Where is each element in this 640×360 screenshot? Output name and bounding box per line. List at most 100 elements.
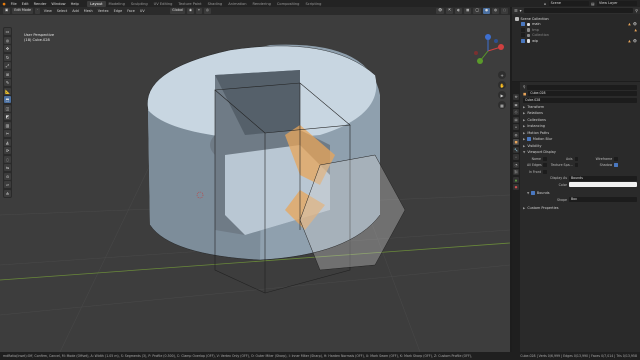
shape-select[interactable]: Box — [569, 197, 637, 203]
menu-select[interactable]: Select — [55, 9, 68, 13]
tab-texture-paint[interactable]: Texture Paint — [175, 1, 204, 7]
shadow-checkbox[interactable] — [614, 163, 618, 168]
object-tab-icon[interactable]: ■ — [513, 139, 519, 145]
bounds-checkbox[interactable] — [531, 191, 535, 196]
transform-orientation-selector[interactable]: Global — [170, 8, 185, 14]
outliner-search-input[interactable] — [523, 8, 634, 13]
proportional-edit-icon[interactable]: ◎ — [203, 8, 211, 14]
cursor-icon[interactable]: ◎ — [4, 36, 11, 44]
properties-search-input[interactable] — [527, 84, 637, 90]
pivot-icon[interactable]: ◉ — [186, 8, 194, 14]
menu-file[interactable]: File — [8, 2, 19, 6]
tab-compositing[interactable]: Compositing — [274, 1, 303, 7]
navigation-gizmo[interactable] — [470, 33, 506, 69]
perspective-toggle-icon[interactable]: ▦ — [498, 101, 506, 109]
include-checkbox[interactable] — [521, 38, 525, 43]
eye-icon[interactable]: 👁 — [633, 22, 637, 26]
all-edges-checkbox[interactable] — [543, 163, 547, 168]
loop-cut-icon[interactable]: ▥ — [4, 121, 11, 129]
include-checkbox[interactable] — [521, 22, 525, 27]
editor-type-icon[interactable]: ▣ — [3, 8, 11, 14]
constraints-tab-icon[interactable]: ⛓ — [513, 169, 519, 175]
shrink-icon[interactable]: ⊙ — [4, 172, 11, 180]
menu-vertex[interactable]: Vertex — [96, 9, 110, 13]
gizmo-icon[interactable]: ⇱ — [446, 8, 454, 14]
menu-window[interactable]: Window — [49, 2, 68, 6]
material-tab-icon[interactable]: ● — [513, 184, 519, 190]
tab-sculpting[interactable]: Sculpting — [128, 1, 151, 7]
shading-rendered-icon[interactable]: ◌ — [501, 8, 508, 14]
motion-blur-checkbox[interactable] — [527, 137, 531, 142]
world-tab-icon[interactable]: ◍ — [513, 131, 519, 138]
menu-edge[interactable]: Edge — [112, 9, 124, 13]
visibility-icon[interactable]: 👁 — [435, 8, 445, 14]
xray-icon[interactable]: ▦ — [464, 8, 472, 14]
view-layer-tab-icon[interactable]: ▤ — [513, 116, 519, 123]
inset-icon[interactable]: ◫ — [4, 104, 11, 112]
smooth-icon[interactable]: ◌ — [4, 155, 11, 163]
outliner-row-wip[interactable]: wip ▲ 👁 — [515, 38, 637, 44]
section-custom-properties[interactable]: ▶ Custom Properties — [523, 205, 637, 212]
tab-scripting[interactable]: Scripting — [302, 1, 324, 7]
object-name-field[interactable]: Cube.028 — [528, 91, 637, 97]
scene-tab-icon[interactable]: ⌂ — [513, 124, 519, 130]
menu-render[interactable]: Render — [31, 2, 49, 6]
modifier-tab-icon[interactable]: 🔧 — [513, 146, 519, 153]
physics-tab-icon[interactable]: ◔ — [513, 161, 519, 168]
wireframe-checkbox[interactable] — [614, 156, 618, 161]
menu-view[interactable]: View — [42, 9, 53, 13]
display-mode-icon[interactable]: ▾ — [520, 8, 522, 13]
menu-mesh[interactable]: Mesh — [82, 9, 94, 13]
color-swatch[interactable] — [569, 182, 637, 188]
menu-face[interactable]: Face — [126, 9, 137, 13]
menu-help[interactable]: Help — [68, 2, 81, 6]
poly-build-icon[interactable]: ◭ — [4, 138, 11, 146]
tool-tab-icon[interactable]: ⚒ — [513, 94, 519, 100]
annotate-icon[interactable]: ✎ — [4, 79, 11, 86]
tab-rendering[interactable]: Rendering — [250, 1, 274, 7]
menu-add[interactable]: Add — [71, 9, 81, 13]
mode-selector[interactable]: Edit Mode — [12, 8, 34, 14]
tab-layout[interactable]: Layout — [87, 0, 106, 7]
vertex-select-icon[interactable]: · — [35, 8, 41, 14]
overlay-icon[interactable]: ◐ — [455, 8, 463, 14]
3d-viewport[interactable]: User Perspective (18) Cube.028 + ✋ ▶ ▦ — [0, 15, 510, 352]
spin-icon[interactable]: ⟳ — [4, 147, 11, 154]
viewport-scene[interactable] — [0, 15, 510, 352]
rotate-icon[interactable]: ↻ — [4, 53, 11, 61]
camera-view-icon[interactable]: ▶ — [498, 91, 506, 99]
shading-solid-icon[interactable]: ● — [483, 8, 491, 14]
view-layer-selector[interactable]: View Layer — [597, 0, 637, 7]
display-as-select[interactable]: Bounds — [569, 175, 637, 181]
shading-wireframe-icon[interactable]: ◯ — [473, 8, 482, 14]
shading-material-icon[interactable]: ◍ — [492, 8, 500, 14]
output-tab-icon[interactable]: ⎙ — [513, 109, 519, 115]
name-checkbox[interactable] — [543, 156, 547, 161]
tab-uv-editing[interactable]: UV Editing — [151, 1, 176, 7]
snap-icon[interactable]: ⌖ — [195, 8, 202, 14]
rip-icon[interactable]: ⋔ — [4, 189, 11, 197]
texture-space-checkbox[interactable] — [574, 163, 579, 168]
menu-uv[interactable]: UV — [138, 9, 146, 13]
eye-icon[interactable]: 👁 — [633, 39, 637, 43]
scale-icon[interactable]: ⤢ — [4, 62, 11, 69]
outliner-type-icon[interactable]: ☰ — [514, 8, 518, 13]
select-box-icon[interactable]: ▭ — [4, 28, 11, 35]
edge-slide-icon[interactable]: ⇋ — [4, 164, 11, 171]
particles-tab-icon[interactable]: ∴ — [513, 154, 519, 160]
data-name-field[interactable]: Cube.028 — [523, 97, 637, 103]
transform-icon[interactable]: ⊞ — [4, 70, 11, 78]
measure-icon[interactable]: 📐 — [4, 87, 11, 95]
scene-selector[interactable]: Scene — [548, 0, 589, 7]
tab-modeling[interactable]: Modeling — [106, 1, 128, 7]
include-checkbox[interactable] — [521, 33, 525, 38]
include-checkbox[interactable] — [521, 27, 525, 32]
tab-animation[interactable]: Animation — [225, 1, 249, 7]
data-tab-icon[interactable]: ▲ — [513, 176, 519, 183]
in-front-checkbox[interactable] — [543, 169, 547, 174]
knife-icon[interactable]: ✂ — [4, 130, 11, 137]
extrude-icon[interactable]: ⬒ — [4, 96, 11, 103]
tab-shading[interactable]: Shading — [205, 1, 226, 7]
menu-edit[interactable]: Edit — [19, 2, 31, 6]
filter-icon[interactable]: ⚲ — [635, 8, 638, 13]
